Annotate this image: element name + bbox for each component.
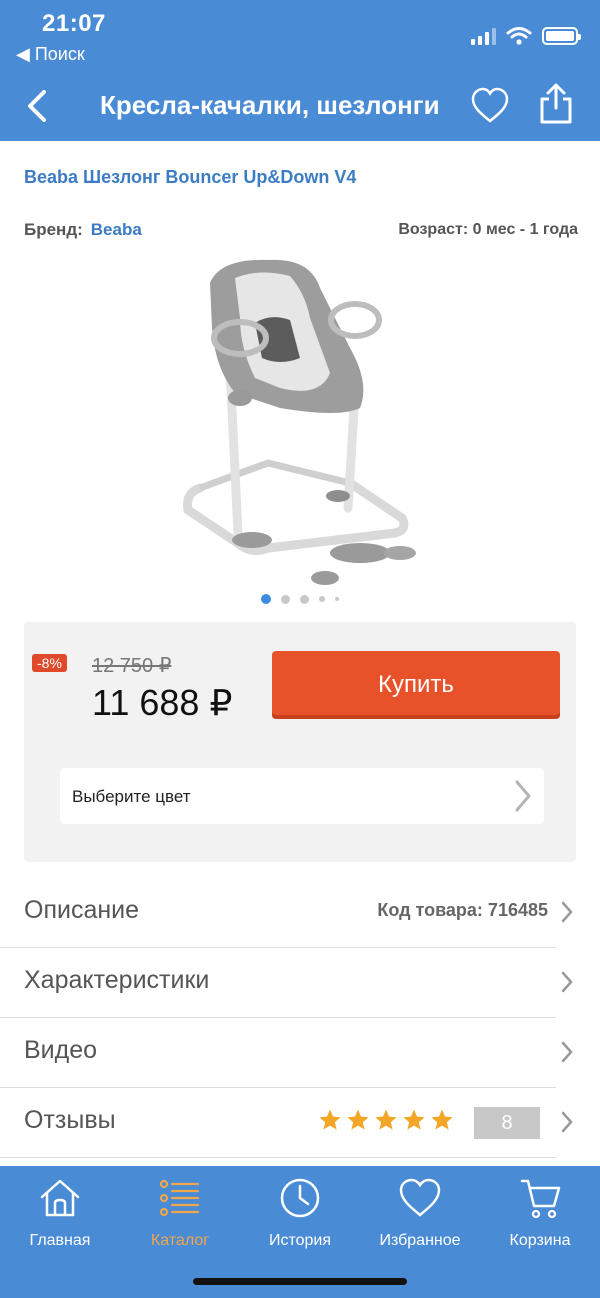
rating-stars xyxy=(318,1108,454,1132)
catalog-icon xyxy=(159,1179,200,1217)
color-select-label: Выберите цвет xyxy=(72,787,191,806)
cart-icon xyxy=(520,1179,561,1219)
current-price: 11 688 ₽ xyxy=(92,682,233,723)
image-pagination[interactable] xyxy=(0,594,600,604)
brand-label: Бренд: xyxy=(24,220,83,239)
chevron-right-icon xyxy=(561,971,573,993)
star-icon xyxy=(347,1109,369,1130)
pagination-dot[interactable] xyxy=(300,594,309,604)
chevron-right-icon xyxy=(561,1041,573,1063)
wifi-icon xyxy=(506,27,532,45)
status-time: 21:07 xyxy=(42,10,106,37)
pagination-dot[interactable] xyxy=(281,594,290,604)
divider xyxy=(0,1157,556,1158)
nav-label: Корзина xyxy=(509,1232,571,1249)
product-title: Beaba Шезлонг Bouncer Up&Down V4 xyxy=(24,167,357,187)
age-info: Возраст: 0 мес - 1 года xyxy=(398,221,578,238)
share-icon[interactable] xyxy=(536,82,576,126)
characteristics-label: Характеристики xyxy=(24,966,210,994)
chevron-right-icon xyxy=(561,1111,573,1133)
heart-icon xyxy=(399,1178,441,1217)
discount-badge: -8% xyxy=(32,654,67,672)
characteristics-row[interactable]: Характеристики xyxy=(0,948,600,1018)
product-code: Код товара: 716485 xyxy=(377,900,548,920)
star-icon xyxy=(375,1109,397,1130)
buy-button[interactable]: Купить xyxy=(272,651,560,719)
status-icons xyxy=(471,26,581,46)
nav-label: Каталог xyxy=(150,1232,210,1249)
nav-item-favorites[interactable]: Избранное xyxy=(360,1176,480,1256)
pagination-dot-active[interactable] xyxy=(261,594,271,604)
star-icon xyxy=(319,1109,341,1130)
page-title: Кресла-качалки, шезлонги xyxy=(100,90,440,120)
signal-icon xyxy=(471,27,496,45)
color-select[interactable]: Выберите цвет xyxy=(60,768,544,824)
top-bar: 21:07 ◀ Поиск Кресла-качалки, шезлонги xyxy=(0,0,600,141)
brand-row: Бренд: Beaba xyxy=(24,220,142,240)
product-image[interactable] xyxy=(160,248,440,593)
review-count-badge: 8 xyxy=(474,1107,540,1139)
status-back-link[interactable]: ◀ Поиск xyxy=(16,44,85,65)
nav-label: История xyxy=(268,1232,332,1249)
video-row[interactable]: Видео xyxy=(0,1018,600,1088)
price-panel: -8% 12 750 ₽ 11 688 ₽ Купить Выберите цв… xyxy=(24,622,576,862)
back-button[interactable] xyxy=(22,86,52,126)
old-price: 12 750 ₽ xyxy=(92,655,172,677)
favorite-heart-icon[interactable] xyxy=(470,86,510,126)
nav-item-cart[interactable]: Корзина xyxy=(480,1176,600,1256)
star-icon xyxy=(431,1109,453,1130)
reviews-label: Отзывы xyxy=(24,1106,116,1134)
chevron-right-icon xyxy=(561,901,573,923)
home-icon xyxy=(40,1179,80,1217)
brand-link[interactable]: Beaba xyxy=(91,220,142,239)
home-indicator xyxy=(193,1278,407,1285)
battery-icon xyxy=(542,27,581,45)
star-icon xyxy=(403,1109,425,1130)
description-label: Описание xyxy=(24,896,140,924)
nav-item-home[interactable]: Главная xyxy=(0,1176,120,1256)
video-label: Видео xyxy=(24,1036,98,1064)
description-row[interactable]: Описание Код товара: 716485 xyxy=(0,878,600,948)
nav-item-history[interactable]: История xyxy=(240,1176,360,1256)
pagination-dot[interactable] xyxy=(319,596,325,602)
nav-label: Главная xyxy=(29,1232,91,1249)
chevron-right-icon xyxy=(515,780,531,812)
nav-label: Избранное xyxy=(379,1232,461,1249)
reviews-row[interactable]: Отзывы 8 xyxy=(0,1088,600,1158)
clock-icon xyxy=(280,1178,320,1218)
nav-item-catalog[interactable]: Каталог xyxy=(120,1176,240,1256)
pagination-dot[interactable] xyxy=(335,597,339,601)
